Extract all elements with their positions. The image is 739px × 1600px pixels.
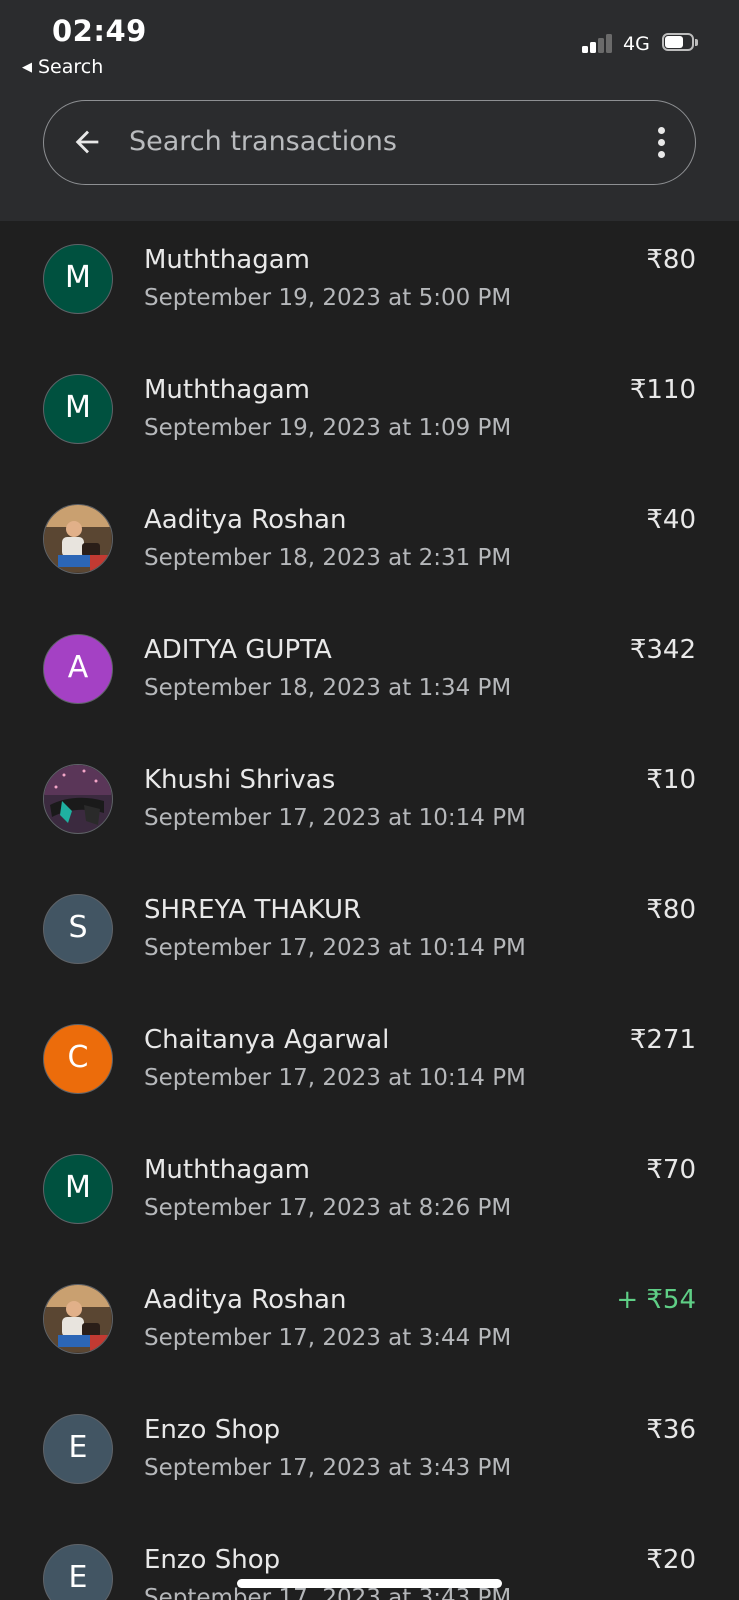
home-indicator[interactable] bbox=[237, 1579, 502, 1588]
status-time: 02:49 bbox=[52, 14, 147, 48]
transaction-name: Muththagam bbox=[144, 375, 310, 405]
transaction-amount: ₹271 bbox=[629, 1025, 696, 1055]
battery-icon bbox=[662, 33, 700, 53]
transaction-amount: ₹342 bbox=[629, 635, 696, 665]
more-vertical-icon[interactable] bbox=[657, 127, 665, 159]
transaction-date: September 17, 2023 at 10:14 PM bbox=[144, 805, 526, 831]
transaction-row[interactable]: A ADITYA GUPTA September 18, 2023 at 1:34 … bbox=[0, 611, 739, 741]
transaction-amount: ₹80 bbox=[646, 895, 696, 925]
transaction-date: September 17, 2023 at 3:43 PM bbox=[144, 1455, 512, 1481]
transaction-amount: ₹36 bbox=[646, 1415, 696, 1445]
avatar-letter: M bbox=[43, 1154, 113, 1224]
transaction-name: Muththagam bbox=[144, 1155, 310, 1185]
transaction-row[interactable]: Khushi Shrivas September 17, 2023 at 10:1… bbox=[0, 741, 739, 871]
avatar-letter: M bbox=[43, 374, 113, 444]
transaction-amount: ₹10 bbox=[646, 765, 696, 795]
avatar-photo bbox=[43, 504, 113, 574]
avatar-letter: E bbox=[43, 1544, 113, 1600]
transaction-row[interactable]: C Chaitanya Agarwal September 17, 2023 at … bbox=[0, 1001, 739, 1131]
transaction-date: September 17, 2023 at 8:26 PM bbox=[144, 1195, 512, 1221]
avatar-letter: M bbox=[43, 244, 113, 314]
back-to-app-label: Search bbox=[38, 56, 104, 78]
transaction-name: Enzo Shop bbox=[144, 1415, 281, 1445]
transaction-list: M Muththagam September 19, 2023 at 5:00 PM… bbox=[0, 221, 739, 1600]
arrow-left-icon[interactable] bbox=[70, 125, 104, 159]
transaction-date: September 18, 2023 at 2:31 PM bbox=[144, 545, 512, 571]
transaction-amount: + ₹54 bbox=[616, 1285, 696, 1315]
transaction-amount: ₹20 bbox=[646, 1545, 696, 1575]
back-triangle-icon: ◀ bbox=[22, 60, 32, 75]
transaction-name: Aaditya Roshan bbox=[144, 505, 347, 535]
top-bar: 02:49 ◀ Search 4G Search transactions bbox=[0, 0, 739, 221]
transaction-amount: ₹70 bbox=[646, 1155, 696, 1185]
transaction-amount: ₹110 bbox=[629, 375, 696, 405]
transaction-name: Khushi Shrivas bbox=[144, 765, 336, 795]
avatar-letter: A bbox=[43, 634, 113, 704]
signal-strength-icon bbox=[582, 33, 616, 53]
transaction-row[interactable]: Aaditya Roshan September 18, 2023 at 2:31… bbox=[0, 481, 739, 611]
transaction-amount: ₹40 bbox=[646, 505, 696, 535]
transaction-row[interactable]: M Muththagam September 17, 2023 at 8:26 PM… bbox=[0, 1131, 739, 1261]
transaction-row[interactable]: E Enzo Shop September 17, 2023 at 3:43 PM ₹… bbox=[0, 1391, 739, 1521]
transaction-name: SHREYA THAKUR bbox=[144, 895, 362, 925]
transaction-row[interactable]: M Muththagam September 19, 2023 at 5:00 PM… bbox=[0, 221, 739, 351]
transaction-date: September 19, 2023 at 1:09 PM bbox=[144, 415, 512, 441]
transaction-row[interactable]: S SHREYA THAKUR September 17, 2023 at 10:1… bbox=[0, 871, 739, 1001]
transaction-date: September 18, 2023 at 1:34 PM bbox=[144, 675, 512, 701]
transaction-name: ADITYA GUPTA bbox=[144, 635, 332, 665]
transaction-amount: ₹80 bbox=[646, 245, 696, 275]
transaction-row[interactable]: E Enzo Shop September 17, 2023 at 3:43 PM ₹… bbox=[0, 1521, 739, 1600]
transaction-date: September 17, 2023 at 10:14 PM bbox=[144, 935, 526, 961]
transaction-row[interactable]: M Muththagam September 19, 2023 at 1:09 PM… bbox=[0, 351, 739, 481]
transaction-date: September 17, 2023 at 10:14 PM bbox=[144, 1065, 526, 1091]
avatar-letter: C bbox=[43, 1024, 113, 1094]
transaction-date: September 19, 2023 at 5:00 PM bbox=[144, 285, 512, 311]
back-to-app-link[interactable]: ◀ Search bbox=[22, 56, 103, 78]
transaction-name: Chaitanya Agarwal bbox=[144, 1025, 390, 1055]
search-input[interactable]: Search transactions bbox=[129, 126, 397, 157]
avatar-letter: S bbox=[43, 894, 113, 964]
transaction-name: Muththagam bbox=[144, 245, 310, 275]
transaction-row[interactable]: Aaditya Roshan September 17, 2023 at 3:44… bbox=[0, 1261, 739, 1391]
avatar-letter: E bbox=[43, 1414, 113, 1484]
avatar-photo bbox=[43, 1284, 113, 1354]
transaction-date: September 17, 2023 at 3:44 PM bbox=[144, 1325, 512, 1351]
network-type: 4G bbox=[623, 33, 650, 55]
search-bar[interactable]: Search transactions bbox=[43, 100, 696, 185]
transaction-name: Enzo Shop bbox=[144, 1545, 281, 1575]
transaction-name: Aaditya Roshan bbox=[144, 1285, 347, 1315]
avatar-photo bbox=[43, 764, 113, 834]
